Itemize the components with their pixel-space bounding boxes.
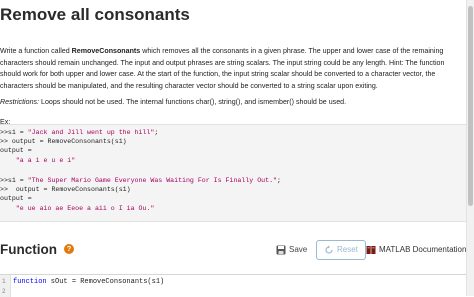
reset-button[interactable]: Reset bbox=[316, 240, 366, 260]
book-icon bbox=[366, 246, 376, 254]
documentation-label: MATLAB Documentation bbox=[379, 245, 467, 254]
example-code-block: >>s1 = "Jack and Jill went up the hill";… bbox=[0, 124, 466, 222]
description-text: Write a function called bbox=[0, 47, 72, 55]
function-header: Function ? Save Reset MATLAB Documentati… bbox=[0, 240, 466, 264]
problem-description: Write a function called RemoveConsonants… bbox=[0, 46, 462, 128]
vertical-scrollbar[interactable] bbox=[466, 0, 474, 296]
line-number: 2 bbox=[2, 288, 6, 295]
code-line: output = bbox=[0, 147, 32, 154]
reset-icon bbox=[325, 245, 333, 254]
code-line: >>s1 = "The Super Mario Game Everyone Wa… bbox=[0, 177, 281, 184]
editor-code: sOut = RemoveConsonants(s1) bbox=[46, 278, 165, 286]
code-line: "e ue aio ae Eeoe a aii o I ia Ou." bbox=[15, 205, 155, 212]
restrictions: Restrictions: Loops should not be used. … bbox=[0, 97, 462, 109]
code-line: "a a i e u e i" bbox=[15, 157, 76, 164]
floppy-disk-icon bbox=[276, 245, 286, 255]
help-icon[interactable]: ? bbox=[64, 244, 74, 254]
code-line: >> output = RemoveConsonants(s1) bbox=[0, 186, 131, 193]
scrollbar-thumb[interactable] bbox=[468, 6, 473, 206]
matlab-documentation-button[interactable]: MATLAB Documentation bbox=[366, 245, 466, 255]
line-number: 1 bbox=[2, 278, 6, 285]
function-name: RemoveConsonants bbox=[71, 47, 141, 55]
code-line: >> output = RemoveConsonants(s1) bbox=[0, 138, 127, 145]
code-editor[interactable]: 1 2 function sOut = RemoveConsonants(s1) bbox=[0, 274, 466, 297]
restrictions-text: Loops should not be used. The internal f… bbox=[39, 98, 347, 106]
editor-line[interactable]: function sOut = RemoveConsonants(s1) bbox=[13, 278, 164, 286]
code-line: >>s1 = "Jack and Jill went up the hill"; bbox=[0, 129, 159, 136]
keyword: function bbox=[13, 278, 47, 286]
line-number-gutter: 1 2 bbox=[0, 275, 11, 297]
save-button[interactable]: Save bbox=[276, 245, 307, 255]
function-section-title: Function bbox=[0, 242, 57, 257]
save-label: Save bbox=[289, 245, 308, 254]
reset-label: Reset bbox=[337, 245, 358, 254]
code-line: output = bbox=[0, 195, 32, 202]
restrictions-label: Restrictions: bbox=[0, 98, 40, 106]
problem-title: Remove all consonants bbox=[0, 5, 190, 24]
